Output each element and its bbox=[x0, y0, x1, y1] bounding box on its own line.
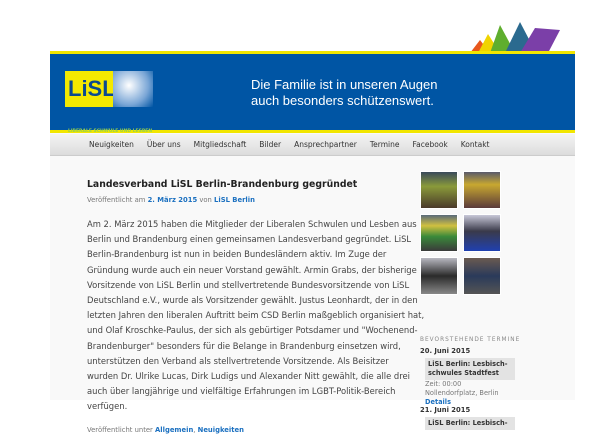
text-line: letzten Jahren den liberalen Auftritt be… bbox=[87, 310, 425, 321]
gallery-photo[interactable] bbox=[463, 214, 501, 252]
category-link-allgemein[interactable]: Allgemein bbox=[155, 426, 193, 434]
nav-ueber-uns[interactable]: Über uns bbox=[147, 134, 181, 155]
gallery-photo[interactable] bbox=[420, 257, 458, 295]
photo-gallery bbox=[420, 171, 550, 295]
text-line: Berlin-Brandenburg ist nun in beiden Bun… bbox=[87, 249, 387, 260]
text-line: unterstützen den Verband als stellvertre… bbox=[87, 355, 389, 366]
widget-title: BEVORSTEHENDE TERMINE bbox=[420, 337, 521, 343]
event-place: Nollendorfplatz, Berlin bbox=[425, 389, 499, 397]
nav-mitgliedschaft[interactable]: Mitgliedschaft bbox=[194, 134, 247, 155]
site-logo[interactable]: LiSL LIBERALE SCHWULE UND LESBEN bbox=[65, 71, 153, 134]
text-line: verfügen. bbox=[87, 401, 128, 412]
text-line: Brandenburger" besonders für die Belange… bbox=[87, 340, 401, 351]
main-nav: Neuigkeiten Über uns Mitgliedschaft Bild… bbox=[50, 134, 575, 156]
post-title[interactable]: Landesverband LiSL Berlin-Brandenburg ge… bbox=[87, 179, 407, 190]
logo-text: LiSL bbox=[65, 71, 116, 107]
post-author-link[interactable]: LiSL Berlin bbox=[214, 196, 255, 204]
event-date: 21. Juni 2015 bbox=[420, 406, 471, 414]
gallery-photo[interactable] bbox=[463, 257, 501, 295]
nav-termine[interactable]: Termine bbox=[370, 134, 400, 155]
logo-stars-icon bbox=[113, 71, 153, 107]
footer-prefix: Veröffentlicht unter bbox=[87, 425, 153, 434]
gallery-photo[interactable] bbox=[420, 214, 458, 252]
nav-ansprechpartner[interactable]: Ansprechpartner bbox=[294, 134, 357, 155]
meta-by: von bbox=[199, 196, 212, 204]
event-title[interactable]: LiSL Berlin: Lesbisch-schwules Stadtfest bbox=[425, 358, 515, 380]
meta-prefix: Veröffentlicht am bbox=[87, 196, 146, 204]
category-link-neuigkeiten[interactable]: Neuigkeiten bbox=[198, 426, 244, 434]
text-line: Deutschland e.V., wurde als Vorsitzender… bbox=[87, 295, 418, 306]
post-date-link[interactable]: 2. März 2015 bbox=[148, 196, 198, 204]
text-line: wurden Dr. Ulrike Lucas, Dirk Ludigs und… bbox=[87, 371, 410, 382]
gallery-photo[interactable] bbox=[463, 171, 501, 209]
rainbow-stars-decoration bbox=[470, 22, 560, 53]
event-time: Zeit: 00:00 bbox=[425, 380, 462, 388]
site-header: LiSL LIBERALE SCHWULE UND LESBEN Die Fam… bbox=[50, 51, 575, 134]
nav-kontakt[interactable]: Kontakt bbox=[461, 134, 490, 155]
text-line: und Olaf Kroschke-Paulus, der sich als g… bbox=[87, 325, 418, 336]
sidebar: BEVORSTEHENDE TERMINE 20. Juni 2015 LiSL… bbox=[420, 171, 550, 430]
event-details-link[interactable]: Details bbox=[425, 398, 550, 406]
nav-facebook[interactable]: Facebook bbox=[413, 134, 448, 155]
page-frame: LiSL LIBERALE SCHWULE UND LESBEN Die Fam… bbox=[50, 51, 575, 434]
nav-bilder[interactable]: Bilder bbox=[259, 134, 281, 155]
post: Landesverband LiSL Berlin-Brandenburg ge… bbox=[87, 179, 425, 434]
text-line: Berlin und Brandenburg einen gemeinsamen… bbox=[87, 234, 412, 245]
header-slogan: Die Familie ist in unseren Augen auch be… bbox=[251, 77, 437, 109]
event-date: 20. Juni 2015 bbox=[420, 347, 471, 355]
gallery-photo[interactable] bbox=[420, 171, 458, 209]
text-line: Am 2. März 2015 haben die Mitglieder der… bbox=[87, 219, 417, 229]
nav-neuigkeiten[interactable]: Neuigkeiten bbox=[89, 134, 134, 155]
post-meta: Veröffentlicht am 2. März 2015 von LiSL … bbox=[87, 196, 407, 204]
slogan-line: auch besonders schützenswert. bbox=[251, 93, 434, 108]
post-content: Am 2. März 2015 haben die Mitglieder der… bbox=[87, 217, 425, 415]
slogan-line: Die Familie ist in unseren Augen bbox=[251, 77, 438, 92]
post-footer: Veröffentlicht unter Allgemein, Neuigkei… bbox=[87, 425, 244, 434]
text-line: Vorsitzende von LiSL Berlin und stellver… bbox=[87, 279, 410, 290]
text-line: Gründung wurde auch ein neuer Vorstand g… bbox=[87, 264, 417, 275]
text-line: auch über langjährige und vielfältige Er… bbox=[87, 386, 396, 397]
event-title[interactable]: LiSL Berlin: Lesbisch- bbox=[425, 417, 515, 430]
